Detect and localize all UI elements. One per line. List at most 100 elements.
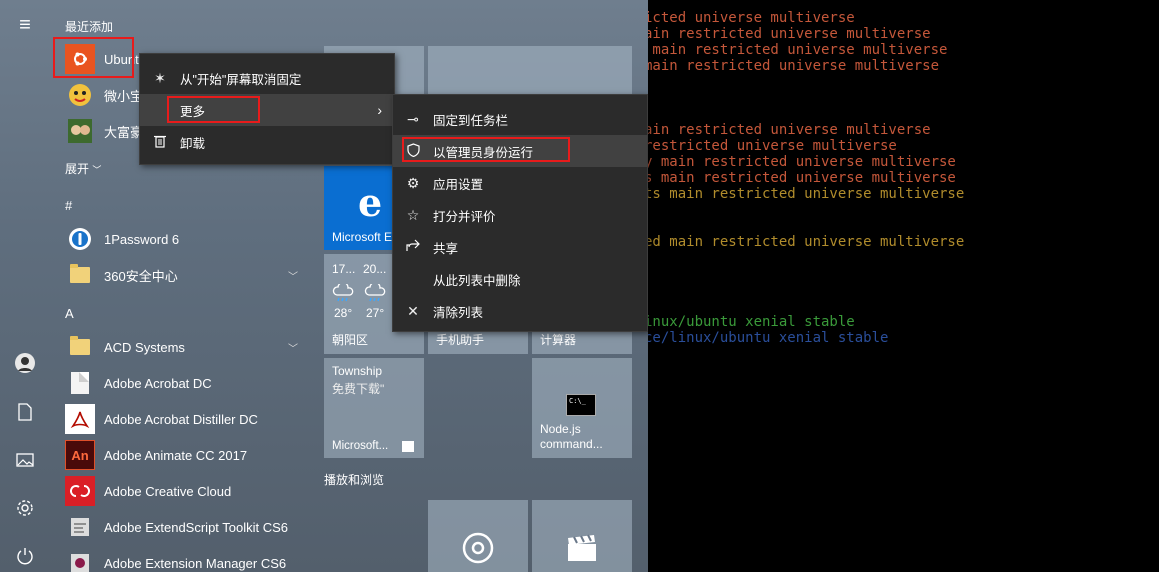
pin-icon: ⊸ bbox=[407, 110, 419, 127]
app-adobe-acrobat-dc[interactable]: Adobe Acrobat DC bbox=[65, 365, 320, 401]
highlight-box bbox=[402, 137, 570, 162]
expand-button[interactable]: 展开 ﹀ bbox=[65, 160, 101, 177]
1password-icon bbox=[65, 224, 95, 254]
adobe-animate-icon: An bbox=[65, 440, 95, 470]
menu-item-pin-taskbar[interactable]: ⊸ 固定到任务栏 bbox=[393, 103, 647, 135]
share-icon bbox=[393, 239, 433, 255]
app-label: Adobe Acrobat DC bbox=[104, 375, 212, 391]
menu-item-label: 应用设置 bbox=[433, 177, 484, 192]
edge-icon: e bbox=[358, 180, 383, 225]
tile-movies-tv[interactable] bbox=[532, 500, 632, 572]
rain-cloud-icon bbox=[364, 281, 388, 307]
folder-icon bbox=[65, 332, 95, 362]
chevron-down-icon: ﹀ bbox=[92, 165, 102, 175]
music-disc-icon bbox=[462, 532, 494, 567]
terminal-line: main restricted universe multiverse bbox=[644, 58, 940, 74]
document-icon bbox=[65, 368, 95, 398]
tile-label: Microsoft... bbox=[332, 440, 389, 452]
terminal-line: restricted universe multiverse bbox=[644, 138, 897, 154]
terminal-line: y main restricted universe multiverse bbox=[644, 154, 956, 170]
section-header-hash[interactable]: # bbox=[65, 198, 72, 213]
store-bag-icon bbox=[402, 441, 414, 452]
extendscript-icon bbox=[65, 512, 95, 542]
section-header-recent: 最近添加 bbox=[65, 20, 114, 34]
rate-icon: ☆ bbox=[406, 206, 420, 223]
menu-item-app-settings[interactable]: ⚙ 应用设置 bbox=[393, 167, 647, 199]
terminal-line: ain restricted universe multiverse bbox=[644, 122, 931, 138]
tile-label: 朝阳区 bbox=[332, 333, 369, 347]
app-label: 微小宝 bbox=[104, 88, 144, 104]
menu-item-uninstall[interactable]: 卸载 bbox=[140, 126, 394, 158]
unpin-icon: ✶ bbox=[154, 69, 166, 86]
weather-high-2: 27° bbox=[366, 306, 385, 320]
terminal-line: ts main restricted universe multiverse bbox=[644, 186, 965, 202]
tile-label: Node.js command... bbox=[540, 422, 603, 451]
rain-cloud-icon bbox=[332, 281, 356, 307]
extension-manager-icon bbox=[65, 548, 95, 572]
dafuhao-icon bbox=[65, 116, 95, 146]
menu-item-rate-review[interactable]: ☆ 打分并评价 bbox=[393, 199, 647, 231]
gear-icon: ⚙ bbox=[406, 174, 420, 191]
terminal-line: ce/linux/ubuntu xenial stable bbox=[644, 330, 889, 346]
app-label: 大富豪 bbox=[104, 124, 144, 140]
tile-label: 手机助手 bbox=[436, 333, 485, 347]
tile-label: Microsoft E bbox=[332, 230, 393, 244]
user-avatar-icon[interactable] bbox=[12, 350, 38, 376]
app-label: ACD Systems bbox=[104, 339, 185, 355]
terminal-line: inux/ubuntu xenial stable bbox=[644, 314, 855, 330]
folder-acd-systems[interactable]: ACD Systems ﹀ bbox=[65, 329, 320, 365]
terminal-line: main restricted universe multiverse bbox=[644, 42, 948, 58]
menu-item-label: 打分并评价 bbox=[433, 209, 496, 224]
menu-item-remove-from-list[interactable]: 从此列表中删除 bbox=[393, 263, 647, 295]
menu-item-label: 共享 bbox=[433, 241, 459, 256]
app-label: 360安全中心 bbox=[104, 268, 178, 284]
highlight-box bbox=[53, 37, 134, 78]
weather-temp-2: 20... bbox=[363, 262, 387, 276]
folder-360[interactable]: 360安全中心 ﹀ bbox=[65, 257, 320, 293]
weixiaobao-icon bbox=[65, 80, 95, 110]
tile-groove-music[interactable] bbox=[428, 500, 528, 572]
chevron-down-icon: ﹀ bbox=[288, 344, 298, 355]
menu-item-label: 清除列表 bbox=[433, 305, 484, 320]
terminal-line: ain restricted universe multiverse bbox=[644, 26, 931, 42]
documents-icon[interactable] bbox=[12, 399, 38, 425]
app-label: Adobe Creative Cloud bbox=[104, 483, 232, 499]
highlight-box bbox=[167, 96, 260, 123]
weather-high-1: 28° bbox=[334, 306, 353, 320]
menu-item-label: 从此列表中删除 bbox=[433, 273, 521, 288]
app-adobe-acrobat-distiller[interactable]: Adobe Acrobat Distiller DC bbox=[65, 401, 320, 437]
section-header-a[interactable]: A bbox=[65, 306, 74, 321]
menu-item-label: 卸载 bbox=[180, 136, 206, 151]
settings-gear-icon[interactable] bbox=[12, 495, 38, 521]
app-adobe-extension-manager[interactable]: Adobe Extension Manager CS6 bbox=[65, 545, 320, 572]
tile-title: Township bbox=[332, 364, 383, 378]
terminal-line: ed main restricted universe multiverse bbox=[644, 234, 965, 250]
group-header-play[interactable]: 播放和浏览 bbox=[324, 471, 384, 488]
tile-township[interactable]: Township 免费下载" Microsoft... bbox=[324, 358, 424, 458]
tile-nodejs[interactable]: C:\_ Node.js command... bbox=[532, 358, 632, 458]
app-1password[interactable]: 1Password 6 bbox=[65, 221, 320, 257]
app-label: 1Password 6 bbox=[104, 231, 180, 247]
acrobat-distiller-icon bbox=[65, 404, 95, 434]
start-rail: ≡ bbox=[0, 0, 50, 572]
hamburger-menu-icon[interactable]: ≡ bbox=[12, 12, 38, 38]
app-adobe-creative-cloud[interactable]: Adobe Creative Cloud bbox=[65, 473, 320, 509]
menu-item-label: 固定到任务栏 bbox=[433, 113, 509, 128]
expand-label: 展开 bbox=[65, 162, 90, 176]
menu-item-unpin[interactable]: ✶ 从"开始"屏幕取消固定 bbox=[140, 62, 394, 94]
app-label: Adobe Extension Manager CS6 bbox=[104, 555, 287, 571]
menu-item-share[interactable]: 共享 bbox=[393, 231, 647, 263]
app-label: Adobe Animate CC 2017 bbox=[104, 447, 248, 463]
chevron-down-icon: ﹀ bbox=[288, 272, 298, 283]
app-adobe-animate[interactable]: An Adobe Animate CC 2017 bbox=[65, 437, 320, 473]
app-label: Adobe Acrobat Distiller DC bbox=[104, 411, 258, 427]
menu-item-clear-list[interactable]: ✕ 清除列表 bbox=[393, 295, 647, 327]
film-clapper-icon bbox=[566, 534, 598, 565]
chevron-right-icon: › bbox=[377, 102, 382, 118]
app-adobe-extendscript[interactable]: Adobe ExtendScript Toolkit CS6 bbox=[65, 509, 320, 545]
terminal-line: s main restricted universe multiverse bbox=[644, 170, 956, 186]
power-icon[interactable] bbox=[12, 543, 38, 569]
command-prompt-icon: C:\_ bbox=[566, 394, 596, 416]
submenu: ⊸ 固定到任务栏 以管理员身份运行 ⚙ 应用设置 ☆ 打分并评价 共享 从此列表… bbox=[392, 94, 648, 332]
pictures-icon[interactable] bbox=[12, 447, 38, 473]
